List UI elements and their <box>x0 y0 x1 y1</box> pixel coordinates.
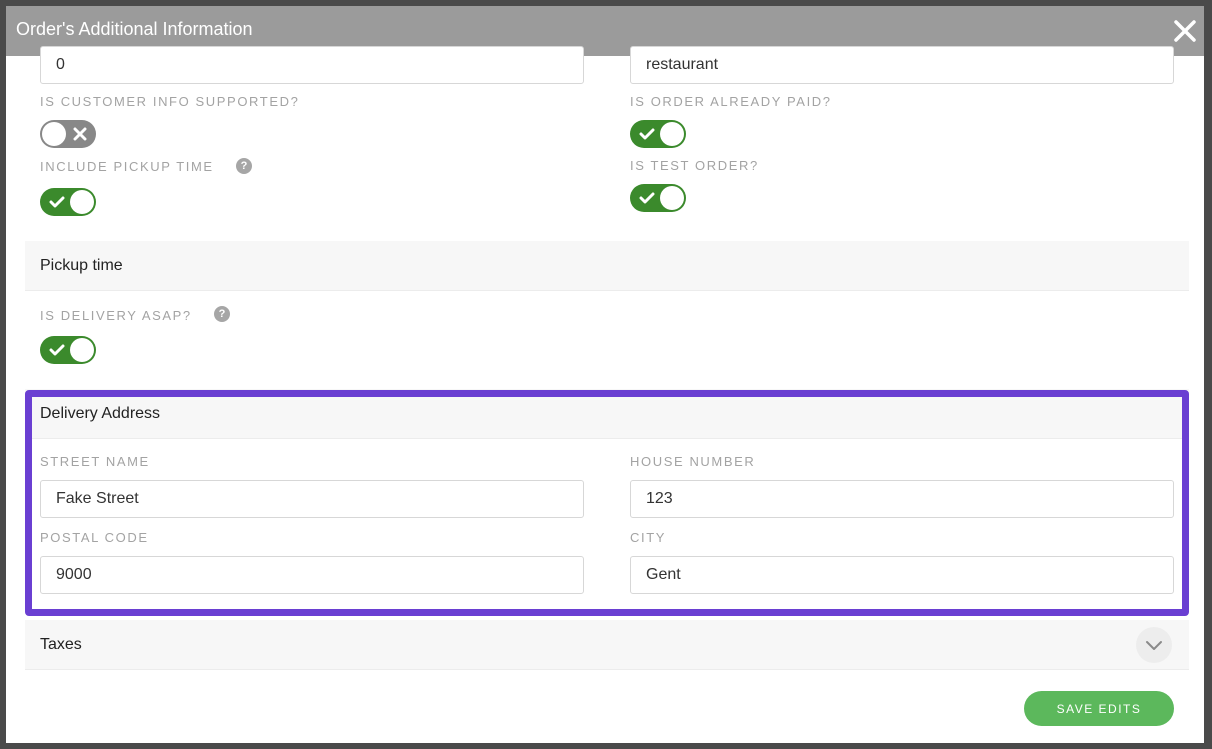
help-icon[interactable]: ? <box>214 306 230 322</box>
close-button[interactable] <box>1170 16 1200 46</box>
order-paid-label: IS ORDER ALREADY PAID? <box>630 94 832 109</box>
city-label: CITY <box>630 530 667 545</box>
chevron-down-icon <box>1146 641 1162 650</box>
close-icon <box>1174 20 1196 42</box>
delivery-address-section-title: Delivery Address <box>40 405 161 422</box>
house-number-input[interactable] <box>630 480 1174 518</box>
toggle-knob <box>70 338 94 362</box>
delivery-asap-toggle[interactable] <box>40 336 96 364</box>
order-info-modal: Order's Additional Information IS CUSTOM… <box>6 6 1204 743</box>
toggle-knob <box>660 186 684 210</box>
top-left-input[interactable] <box>40 46 584 84</box>
taxes-section-header[interactable]: Taxes <box>25 620 1189 670</box>
delivery-asap-label: IS DELIVERY ASAP? <box>40 308 192 323</box>
top-right-input[interactable] <box>630 46 1174 84</box>
test-order-toggle[interactable] <box>630 184 686 212</box>
checkmark-icon <box>49 344 65 356</box>
postal-code-input[interactable] <box>40 556 584 594</box>
pickup-time-section-title: Pickup time <box>40 257 123 274</box>
toggle-knob <box>660 122 684 146</box>
cross-icon <box>73 127 87 141</box>
help-icon[interactable]: ? <box>236 158 252 174</box>
pickup-time-label: INCLUDE PICKUP TIME <box>40 159 214 174</box>
test-order-label: IS TEST ORDER? <box>630 158 759 173</box>
toggle-knob <box>42 122 66 146</box>
taxes-expand-button[interactable] <box>1136 627 1172 663</box>
modal-title: Order's Additional Information <box>16 19 253 39</box>
pickup-time-section-header[interactable]: Pickup time <box>25 241 1189 291</box>
pickup-time-toggle[interactable] <box>40 188 96 216</box>
postal-code-label: POSTAL CODE <box>40 530 149 545</box>
save-edits-button[interactable]: SAVE EDITS <box>1024 691 1174 726</box>
checkmark-icon <box>49 196 65 208</box>
checkmark-icon <box>639 192 655 204</box>
customer-info-toggle[interactable] <box>40 120 96 148</box>
taxes-section-title: Taxes <box>40 636 82 653</box>
street-name-label: STREET NAME <box>40 454 150 469</box>
street-name-input[interactable] <box>40 480 584 518</box>
house-number-label: HOUSE NUMBER <box>630 454 756 469</box>
customer-info-label: IS CUSTOMER INFO SUPPORTED? <box>40 94 300 109</box>
checkmark-icon <box>639 128 655 140</box>
city-input[interactable] <box>630 556 1174 594</box>
order-paid-toggle[interactable] <box>630 120 686 148</box>
delivery-address-section-header[interactable]: Delivery Address <box>25 389 1189 439</box>
toggle-knob <box>70 190 94 214</box>
